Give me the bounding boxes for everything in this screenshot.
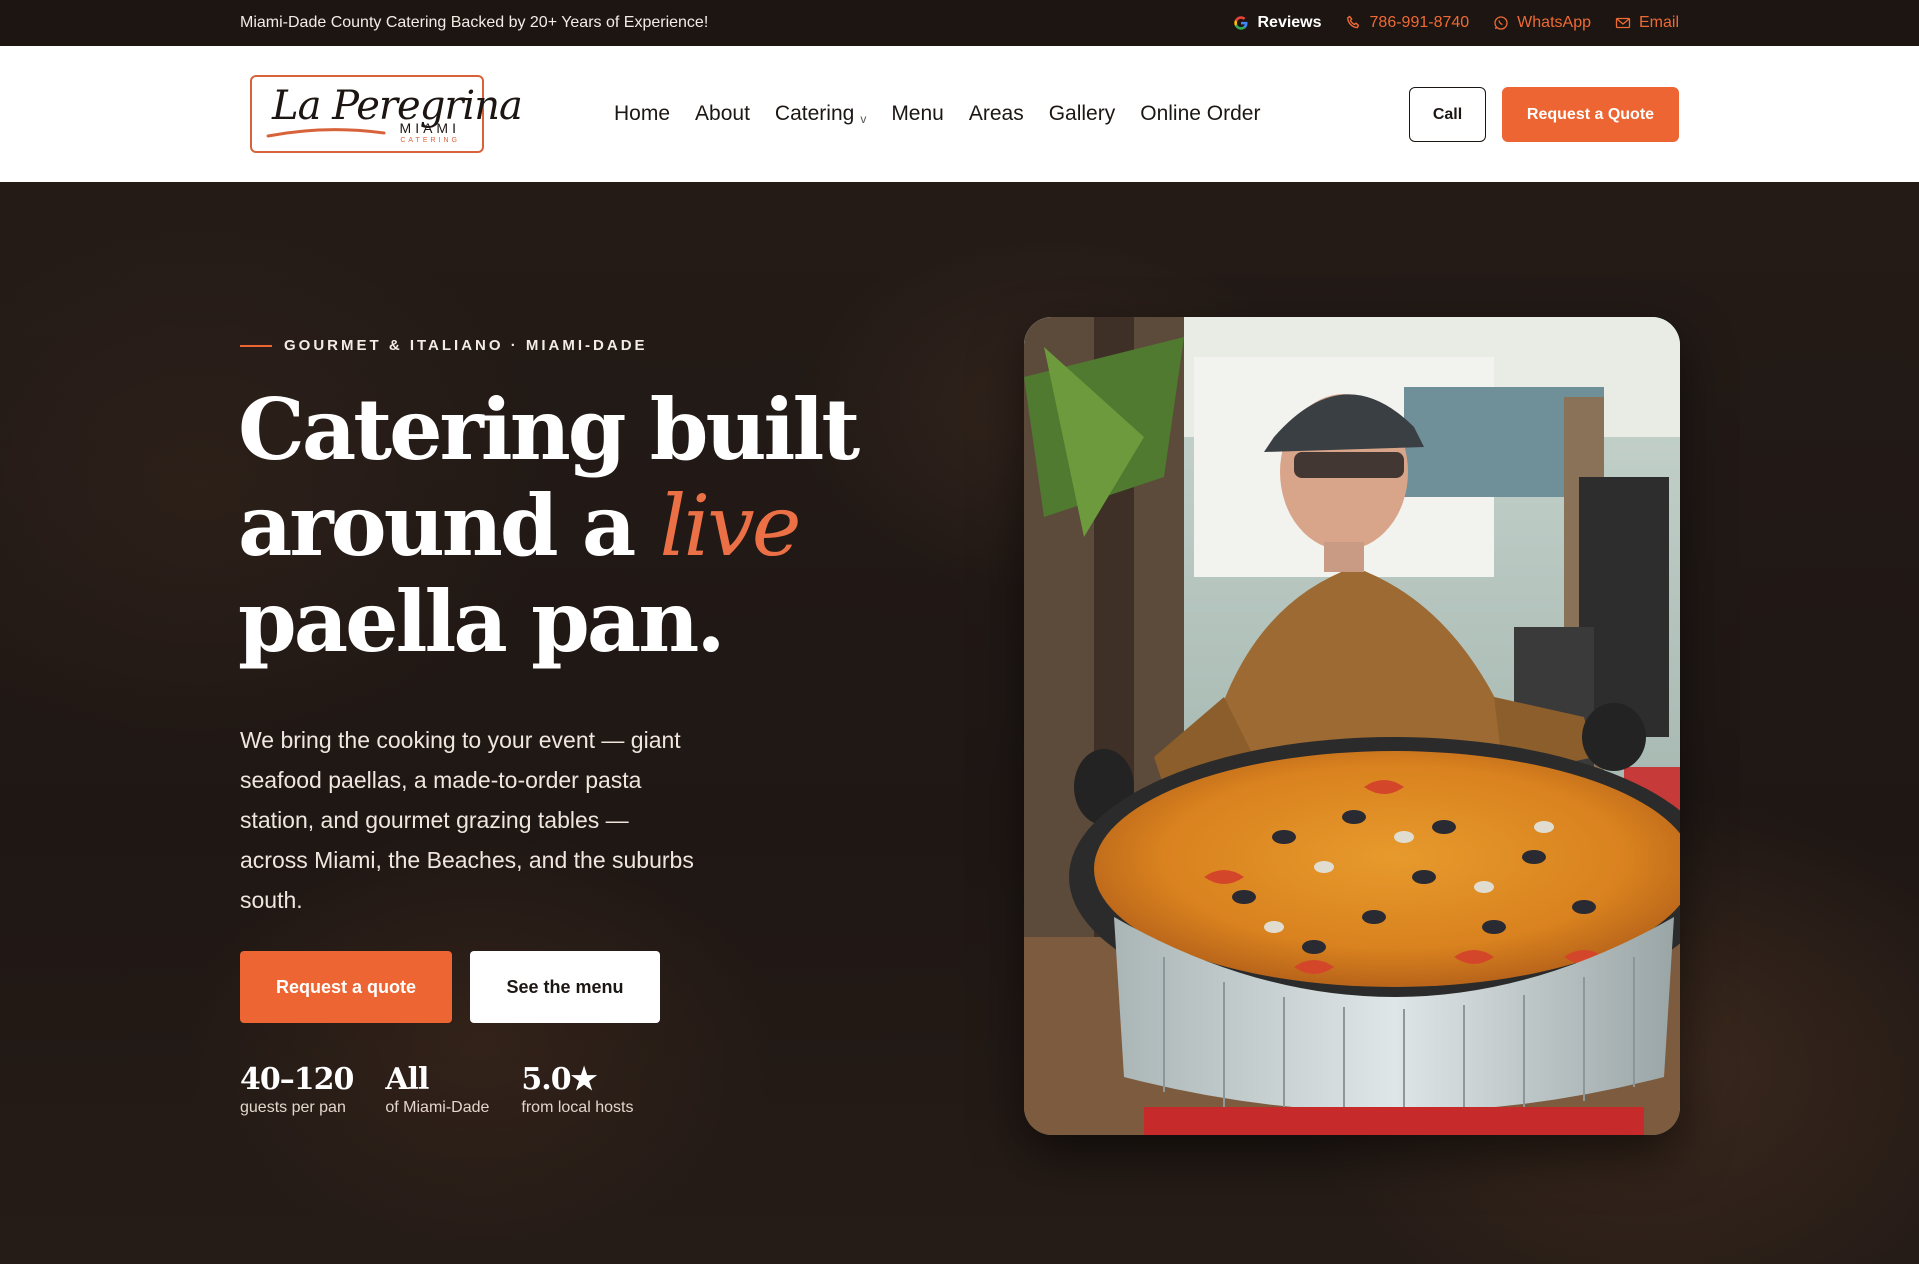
request-quote-button[interactable]: Request a Quote <box>1502 87 1679 142</box>
nav-online-order[interactable]: Online Order <box>1140 102 1260 126</box>
hero-section: GOURMET & ITALIANO · MIAMI-DADE Catering… <box>0 182 1919 1267</box>
headline-line-2: around a <box>238 476 660 575</box>
stat-label: guests per pan <box>240 1099 346 1116</box>
phone-label: 786-991-8740 <box>1369 14 1470 31</box>
chevron-down-icon: v <box>860 112 867 126</box>
nav-online-order-label: Online Order <box>1140 102 1261 125</box>
eyebrow-text: GOURMET & ITALIANO · MIAMI-DADE <box>284 337 648 354</box>
logo-sub: CATERING <box>400 137 460 144</box>
nav-menu-label: Menu <box>891 102 944 125</box>
nav-home[interactable]: Home <box>614 102 670 126</box>
logo-city: MIAMI <box>399 120 460 136</box>
hero-headline: Catering built around a live paella pan. <box>238 380 860 671</box>
email-link[interactable]: Email <box>1615 14 1679 32</box>
stat-coverage: All of Miami-Dade <box>385 1062 489 1117</box>
header-actions: Call Request a Quote <box>1409 87 1679 142</box>
stat-label: of Miami-Dade <box>385 1099 490 1116</box>
see-menu-cta[interactable]: See the menu <box>470 951 660 1023</box>
whatsapp-icon <box>1493 15 1509 31</box>
call-button[interactable]: Call <box>1409 87 1486 142</box>
nav-gallery-label: Gallery <box>1048 102 1116 125</box>
email-icon <box>1615 15 1631 31</box>
nav-home-label: Home <box>614 102 671 125</box>
hero-eyebrow: GOURMET & ITALIANO · MIAMI-DADE <box>240 337 648 354</box>
stat-value: 5.0★ <box>521 1062 597 1097</box>
whatsapp-label: WhatsApp <box>1517 14 1591 31</box>
stat-value: All <box>385 1062 429 1097</box>
stat-label: from local hosts <box>521 1099 634 1116</box>
phone-icon <box>1346 15 1362 31</box>
hero-bottom-divider <box>0 1264 1919 1267</box>
nav-about-label: About <box>695 102 750 125</box>
hero-ctas: Request a quote See the menu <box>240 951 660 1023</box>
top-bar-tagline: Miami-Dade County Catering Backed by 20+… <box>240 14 709 31</box>
chef-paella-photo <box>1024 317 1680 1135</box>
site-header: La Peregrina MIAMI CATERING Home About C… <box>0 46 1919 182</box>
headline-line-3: paella pan. <box>238 572 726 671</box>
nav-menu[interactable]: Menu <box>891 102 944 126</box>
google-icon <box>1233 15 1249 31</box>
brand-logo[interactable]: La Peregrina MIAMI CATERING <box>250 75 523 153</box>
headline-line-1: Catering built <box>238 380 860 479</box>
reviews-label: Reviews <box>1257 14 1322 31</box>
nav-about[interactable]: About <box>695 102 750 126</box>
nav-areas-label: Areas <box>968 102 1024 125</box>
main-nav: Home About Catering v Menu Areas Gallery … <box>614 46 1260 182</box>
stat-guests: 40–120 guests per pan <box>240 1062 354 1117</box>
top-bar-contacts: Reviews 786-991-8740 WhatsApp Email <box>1233 14 1679 32</box>
reviews-link[interactable]: Reviews <box>1233 14 1322 32</box>
request-quote-cta[interactable]: Request a quote <box>240 951 452 1023</box>
hero-stats: 40–120 guests per pan All of Miami-Dade … <box>240 1062 633 1117</box>
email-label: Email <box>1638 14 1679 31</box>
nav-catering-label: Catering <box>774 102 855 125</box>
headline-accent: live <box>659 477 802 575</box>
logo-swoosh <box>266 128 386 138</box>
eyebrow-rule <box>240 344 272 347</box>
stat-value: 40–120 <box>240 1062 354 1097</box>
logo-script: La Peregrina <box>272 83 523 129</box>
nav-gallery[interactable]: Gallery <box>1049 102 1116 126</box>
phone-link[interactable]: 786-991-8740 <box>1346 14 1470 32</box>
hero-lede: We bring the cooking to your event — gia… <box>240 727 694 913</box>
nav-catering[interactable]: Catering v <box>775 102 866 126</box>
stat-rating: 5.0★ from local hosts <box>521 1062 633 1117</box>
whatsapp-link[interactable]: WhatsApp <box>1493 14 1591 32</box>
top-bar: Miami-Dade County Catering Backed by 20+… <box>0 0 1919 46</box>
nav-areas[interactable]: Areas <box>969 102 1024 126</box>
